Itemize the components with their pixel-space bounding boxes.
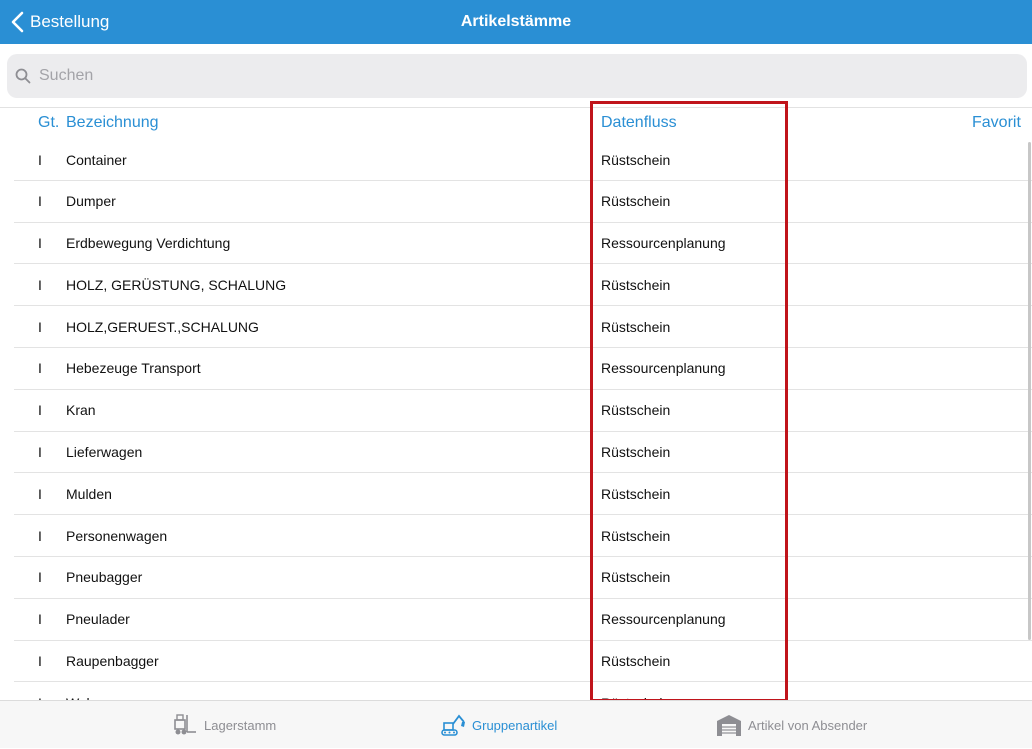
- warehouse-icon: [717, 715, 741, 736]
- row-flow: Rüstschein: [601, 485, 671, 502]
- back-button[interactable]: Bestellung: [10, 0, 109, 44]
- row-name: HOLZ, GERÜSTUNG, SCHALUNG: [66, 276, 287, 293]
- row-flow: Rüstschein: [601, 444, 671, 461]
- row-name: Hebezeuge Transport: [66, 360, 201, 377]
- row-type: I: [38, 682, 42, 700]
- row-type: I: [38, 193, 42, 210]
- column-header-flow[interactable]: Datenfluss: [601, 114, 677, 132]
- row-type: I: [38, 151, 42, 168]
- tab-label: Artikel von Absender: [748, 717, 868, 733]
- table-row[interactable]: I HOLZ, GERÜSTUNG, SCHALUNG Rüstschein: [14, 264, 1032, 307]
- column-header-type[interactable]: Gt.: [38, 114, 59, 132]
- table-row[interactable]: I Dumper Rüstschein: [14, 181, 1032, 223]
- row-flow: Ressourcenplanung: [601, 611, 726, 628]
- search-input[interactable]: [37, 66, 1027, 86]
- search-field[interactable]: [7, 54, 1027, 98]
- row-name: Lieferwagen: [66, 444, 143, 461]
- table-row[interactable]: I Personenwagen Rüstschein: [14, 515, 1032, 557]
- row-flow: Rüstschein: [601, 682, 670, 700]
- row-flow: Rüstschein: [601, 402, 671, 419]
- tab-lagerstamm[interactable]: Lagerstamm: [172, 701, 276, 749]
- table-row[interactable]: I Raupenbagger Rüstschein: [14, 641, 1032, 683]
- row-name: HOLZ,GERUEST.,SCHALUNG: [66, 318, 259, 335]
- table-row[interactable]: I Pneulader Ressourcenplanung: [14, 599, 1032, 641]
- table-row[interactable]: I Erdbewegung Verdichtung Ressourcenplanun…: [14, 223, 1032, 265]
- row-name: Raupenbagger: [66, 653, 159, 670]
- row-type: I: [38, 402, 42, 419]
- row-name: Kran: [66, 402, 96, 419]
- row-type: I: [38, 485, 42, 502]
- column-header-favorite[interactable]: Favorit: [972, 114, 1021, 132]
- divider: [0, 107, 1032, 108]
- tab-artikel-von-absender[interactable]: Artikel von Absender: [716, 701, 867, 749]
- navigation-bar: Bestellung Artikelstämme: [0, 0, 1032, 44]
- tab-gruppenartikel[interactable]: Gruppenartikel: [440, 701, 557, 749]
- table-row[interactable]: I Kran Rüstschein: [14, 390, 1032, 432]
- row-type: I: [38, 276, 42, 293]
- search-bar: [0, 44, 1032, 106]
- tab-label: Lagerstamm: [204, 717, 277, 733]
- table-row[interactable]: I Pneubagger Rüstschein: [14, 557, 1032, 599]
- row-name: Dumper: [66, 193, 116, 210]
- table-row[interactable]: I HOLZ,GERUEST.,SCHALUNG Rüstschein: [14, 306, 1032, 348]
- tab-bar: Lagerstamm Gruppenartikel Artikel von Ab…: [0, 700, 1032, 748]
- row-flow: Ressourcenplanung: [601, 235, 726, 252]
- row-name: Container: [66, 151, 127, 168]
- search-icon: [15, 68, 31, 84]
- row-name: Walzen: [66, 682, 112, 700]
- tab-label: Gruppenartikel: [472, 717, 558, 733]
- row-name: Pneubagger: [66, 569, 143, 586]
- row-name: Personenwagen: [66, 527, 168, 544]
- row-flow: Rüstschein: [601, 151, 671, 168]
- row-type: I: [38, 360, 42, 377]
- row-flow: Rüstschein: [601, 527, 671, 544]
- row-type: I: [38, 611, 42, 628]
- row-name: Pneulader: [66, 611, 130, 628]
- row-type: I: [38, 569, 42, 586]
- table-row[interactable]: I Hebezeuge Transport Ressourcenplanung: [14, 348, 1032, 390]
- forklift-icon: [174, 714, 196, 735]
- table-row[interactable]: I Container Rüstschein: [14, 139, 1032, 181]
- row-flow: Rüstschein: [601, 318, 671, 335]
- row-name: Erdbewegung Verdichtung: [66, 235, 231, 252]
- table-row[interactable]: I Mulden Rüstschein: [14, 473, 1032, 516]
- row-type: I: [38, 444, 42, 461]
- row-flow: Rüstschein: [601, 276, 671, 293]
- column-header-name[interactable]: Bezeichnung: [66, 114, 159, 132]
- row-type: I: [38, 653, 42, 670]
- row-flow: Ressourcenplanung: [601, 360, 726, 377]
- page-title: Artikelstämme: [460, 13, 572, 30]
- article-list[interactable]: I Container Rüstschein I Dumper Rüstschein I Er…: [0, 139, 1032, 700]
- row-flow: Rüstschein: [601, 653, 671, 670]
- chevron-left-icon: [11, 11, 24, 33]
- row-type: I: [38, 318, 42, 335]
- table-row[interactable]: I Lieferwagen Rüstschein: [14, 432, 1032, 474]
- back-label: Bestellung: [30, 12, 110, 31]
- table-row[interactable]: I Walzen Rüstschein: [14, 682, 1032, 700]
- excavator-icon: [441, 714, 465, 736]
- row-flow: Rüstschein: [601, 193, 671, 210]
- row-flow: Rüstschein: [601, 569, 671, 586]
- row-type: I: [38, 235, 42, 252]
- row-name: Mulden: [66, 485, 112, 502]
- scrollbar[interactable]: [1028, 142, 1031, 640]
- row-type: I: [38, 527, 42, 544]
